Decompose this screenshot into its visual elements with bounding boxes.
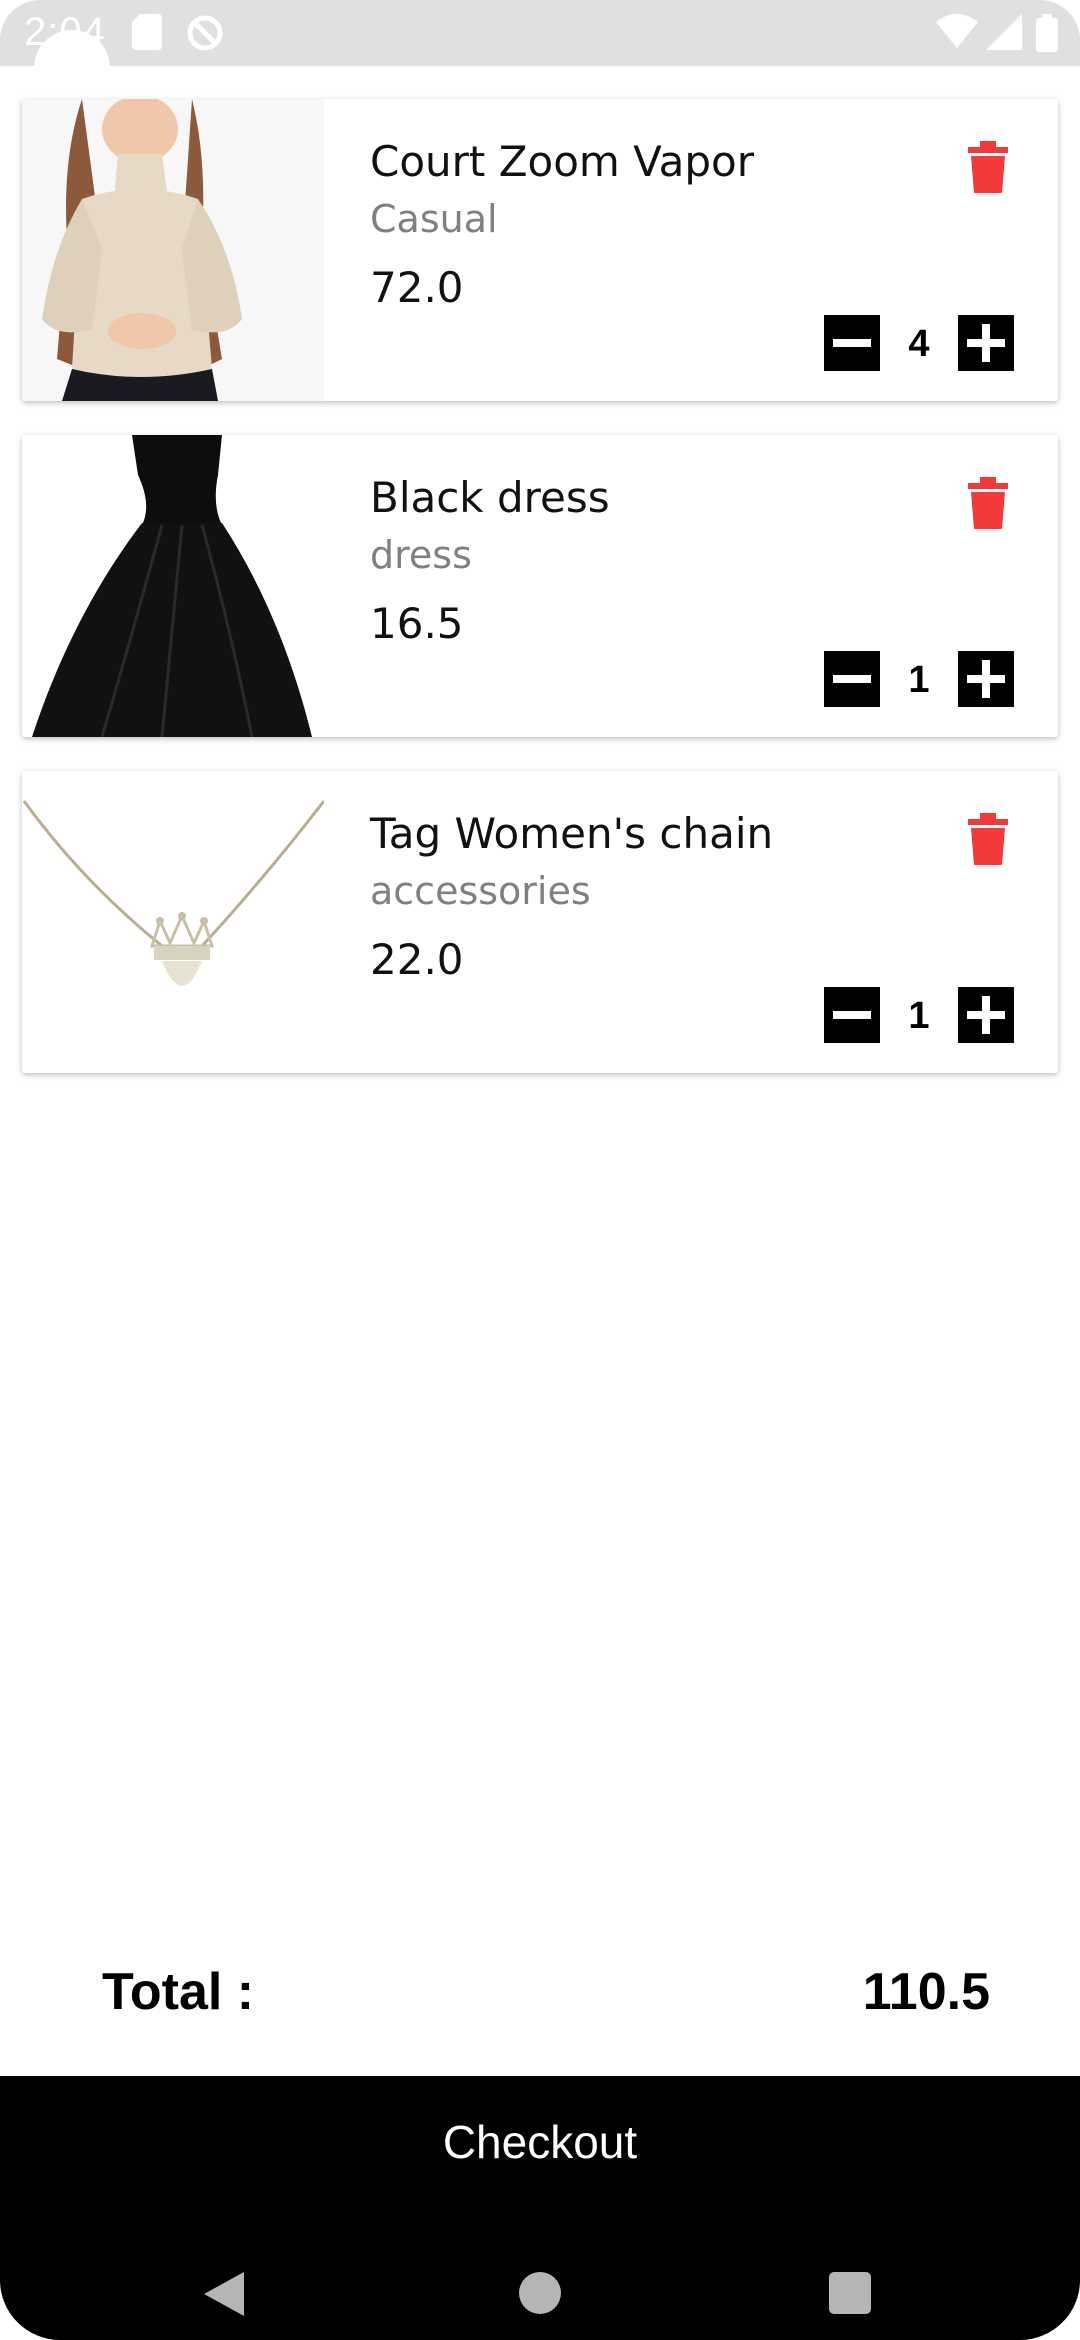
quantity-value: 1 xyxy=(908,659,930,701)
battery-icon xyxy=(1036,14,1058,52)
do-not-disturb-icon xyxy=(187,15,223,51)
decrease-quantity-button[interactable] xyxy=(824,987,880,1043)
cart-item[interactable]: Court Zoom Vapor Casual 72.0 4 xyxy=(22,99,1058,401)
quantity-value: 4 xyxy=(908,323,930,365)
increase-quantity-button[interactable] xyxy=(958,315,1014,371)
increase-quantity-button[interactable] xyxy=(958,987,1014,1043)
product-category: dress xyxy=(370,533,472,577)
product-price: 22.0 xyxy=(370,935,464,984)
home-nav-icon[interactable] xyxy=(519,2272,561,2314)
wifi-icon xyxy=(936,14,978,48)
product-name: Court Zoom Vapor xyxy=(370,137,754,186)
signal-icon xyxy=(986,14,1022,50)
back-nav-icon[interactable] xyxy=(204,2272,244,2316)
delete-icon[interactable] xyxy=(968,141,1008,193)
product-category: accessories xyxy=(370,869,591,913)
cart-list: Court Zoom Vapor Casual 72.0 4 Black dre… xyxy=(22,99,1058,1107)
floating-touch-indicator xyxy=(34,30,110,106)
increase-quantity-button[interactable] xyxy=(958,651,1014,707)
product-image xyxy=(22,99,324,401)
product-price: 16.5 xyxy=(370,599,464,648)
delete-icon[interactable] xyxy=(968,813,1008,865)
sd-card-icon xyxy=(132,14,162,50)
product-price: 72.0 xyxy=(370,263,464,312)
total-label: Total : xyxy=(102,1963,255,2021)
product-name: Tag Women's chain xyxy=(370,809,774,858)
bottom-bar: Checkout xyxy=(0,2076,1080,2340)
product-image xyxy=(22,435,324,737)
checkout-button[interactable]: Checkout xyxy=(0,2076,1080,2208)
quantity-value: 1 xyxy=(908,995,930,1037)
status-bar: 2:04 xyxy=(0,0,1080,66)
cart-item[interactable]: Tag Women's chain accessories 22.0 1 xyxy=(22,771,1058,1073)
product-name: Black dress xyxy=(370,473,610,522)
total-value: 110.5 xyxy=(862,1963,990,2021)
cart-item[interactable]: Black dress dress 16.5 1 xyxy=(22,435,1058,737)
decrease-quantity-button[interactable] xyxy=(824,651,880,707)
delete-icon[interactable] xyxy=(968,477,1008,529)
product-category: Casual xyxy=(370,197,498,241)
recents-nav-icon[interactable] xyxy=(829,2272,871,2314)
cart-screen: 2:04 xyxy=(0,0,1080,2340)
product-image xyxy=(22,771,324,1073)
decrease-quantity-button[interactable] xyxy=(824,315,880,371)
